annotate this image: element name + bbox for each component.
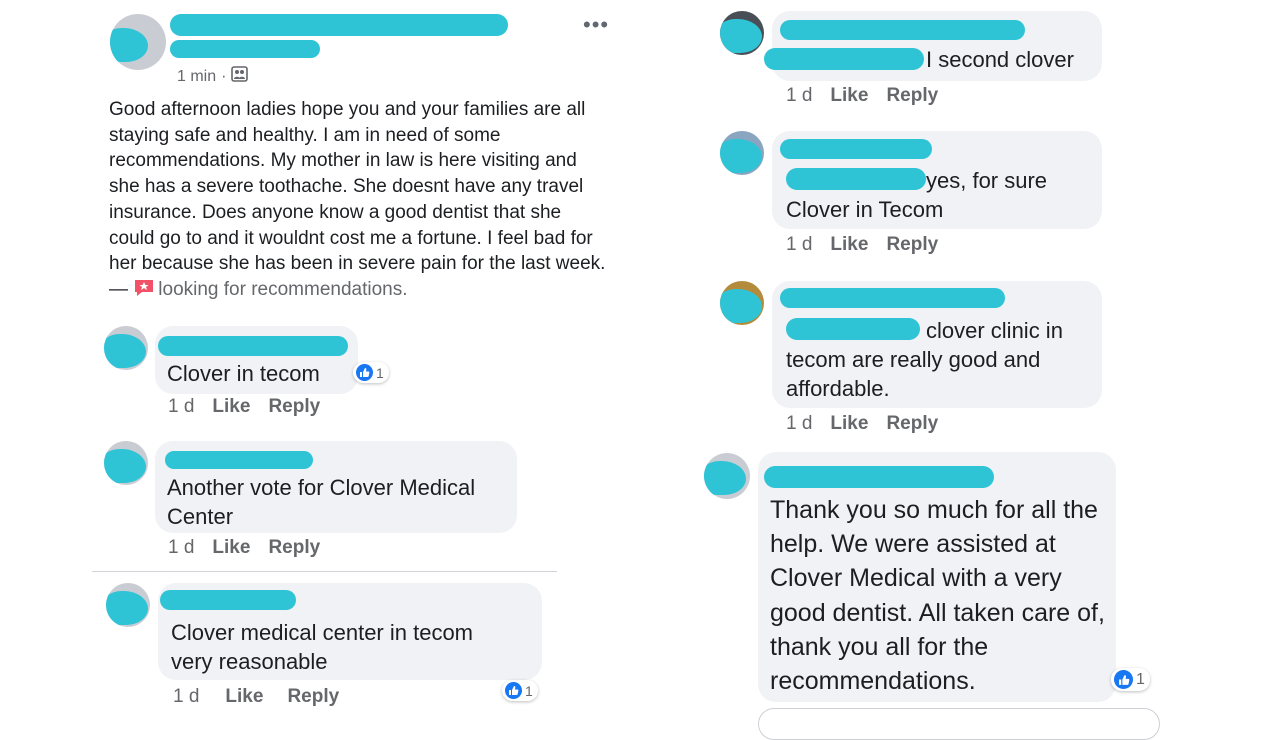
- comment-text: Clover medical center in tecom very reas…: [171, 620, 474, 674]
- like-button[interactable]: Like: [212, 396, 250, 417]
- comment-text: Another vote for Clover Medical Center: [167, 475, 476, 529]
- like-reaction-icon: [505, 682, 522, 699]
- commenter-name-redaction: [158, 336, 348, 356]
- divider: [92, 571, 557, 572]
- post-author-avatar[interactable]: [110, 14, 166, 70]
- reply-button[interactable]: Reply: [886, 413, 938, 434]
- like-button[interactable]: Like: [830, 85, 868, 106]
- reaction-count[interactable]: 1: [1111, 668, 1150, 691]
- commenter-name-redaction-2: [764, 48, 924, 70]
- post-tag-label[interactable]: looking for recommendations.: [158, 279, 407, 300]
- like-reaction-icon: [356, 364, 373, 381]
- reply-button[interactable]: Reply: [268, 537, 320, 558]
- comment-timestamp: 1 d: [786, 413, 813, 434]
- post-timestamp[interactable]: 1 min: [177, 68, 216, 86]
- comment-actions: 1 d Like Reply: [786, 85, 956, 107]
- comment-text: I second clover: [926, 47, 1074, 72]
- comment-actions: 1 d Like Reply: [168, 396, 338, 418]
- like-button[interactable]: Like: [225, 686, 263, 707]
- comment-timestamp: 1 d: [786, 85, 813, 106]
- like-reaction-icon: [1114, 670, 1133, 689]
- tag-badge-icon: [133, 278, 155, 306]
- comment-timestamp: 1 d: [173, 686, 200, 707]
- commenter-name-redaction: [780, 20, 1025, 40]
- comment-text: Thank you so much for all the help. We w…: [770, 496, 1105, 696]
- comment-timestamp: 1 d: [786, 234, 813, 255]
- like-button[interactable]: Like: [212, 537, 250, 558]
- reaction-count[interactable]: 1: [353, 362, 389, 383]
- like-button[interactable]: Like: [830, 234, 868, 255]
- commenter-name-redaction: [165, 451, 313, 469]
- comment-actions: 1 d Like Reply: [168, 537, 338, 559]
- post-author-name-redaction: [170, 14, 508, 36]
- comment-avatar[interactable]: [104, 441, 148, 485]
- like-button[interactable]: Like: [830, 413, 868, 434]
- reply-button[interactable]: Reply: [886, 85, 938, 106]
- comment-avatar[interactable]: [106, 583, 150, 627]
- comment-avatar[interactable]: [720, 281, 764, 325]
- post-author-name-redaction-2: [170, 40, 320, 58]
- commenter-name-redaction: [160, 590, 296, 610]
- comment-text: Clover in tecom: [167, 361, 320, 386]
- comment-actions: 1 d Like Reply: [173, 686, 357, 708]
- post-meta: 1 min ·: [177, 66, 249, 87]
- comment-timestamp: 1 d: [168, 396, 195, 417]
- comment-avatar[interactable]: [720, 11, 764, 55]
- comment-avatar[interactable]: [720, 131, 764, 175]
- reply-button[interactable]: Reply: [287, 686, 339, 707]
- group-privacy-icon: [231, 66, 249, 87]
- more-options-icon[interactable]: •••: [583, 14, 609, 36]
- commenter-name-redaction: [780, 139, 932, 159]
- comment-text: yes, for sure Clover in Tecom: [786, 168, 1048, 222]
- comment-avatar[interactable]: [104, 326, 148, 370]
- reply-button[interactable]: Reply: [268, 396, 320, 417]
- comment-avatar[interactable]: [704, 453, 750, 499]
- post-body: Good afternoon ladies hope you and your …: [109, 97, 609, 306]
- comment-actions: 1 d Like Reply: [786, 234, 956, 256]
- commenter-name-redaction: [764, 466, 994, 488]
- reply-input-edge[interactable]: [758, 708, 1160, 740]
- post-body-text: Good afternoon ladies hope you and your …: [109, 99, 606, 300]
- reaction-count[interactable]: 1: [502, 680, 538, 701]
- comment-timestamp: 1 d: [168, 537, 195, 558]
- commenter-name-redaction: [780, 288, 1005, 308]
- comment-text: clover clinic in tecom are really good a…: [786, 318, 1063, 401]
- reply-button[interactable]: Reply: [886, 234, 938, 255]
- comment-actions: 1 d Like Reply: [786, 413, 956, 435]
